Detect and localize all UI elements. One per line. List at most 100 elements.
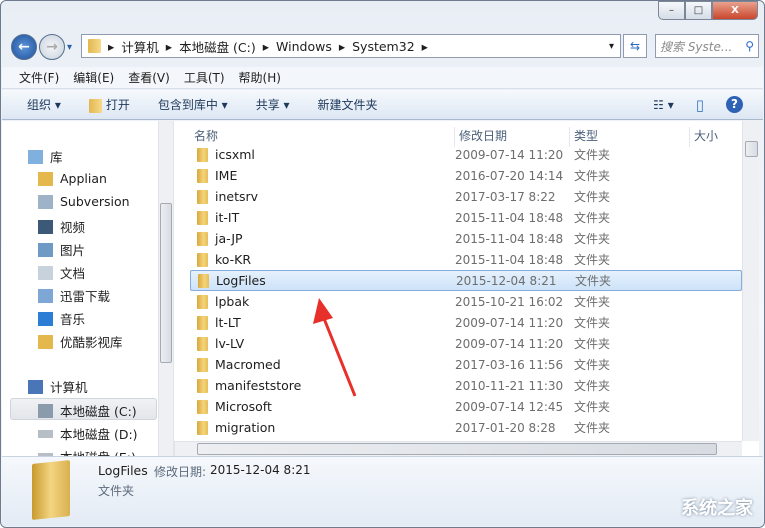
sidebar-item[interactable]: 迅雷下载 xyxy=(38,286,110,305)
file-row[interactable]: lv-LV 2009-07-14 11:20 文件夹 xyxy=(190,333,742,354)
file-type: 文件夹 xyxy=(574,190,611,204)
menu-tools[interactable]: 工具(T) xyxy=(184,69,225,86)
hscroll-thumb[interactable] xyxy=(197,443,717,455)
file-name: manifeststore xyxy=(215,378,302,393)
address-bar[interactable]: ▸ 计算机 ▸ 本地磁盘 (C:) ▸ Windows ▸ System32 ▸… xyxy=(81,34,621,58)
label: Applian xyxy=(60,171,107,186)
address-dropdown[interactable]: ▾ xyxy=(609,41,614,52)
refresh-button[interactable]: ⇆ xyxy=(623,34,647,58)
file-name: ko-KR xyxy=(215,252,252,267)
file-row[interactable]: lt-LT 2009-07-14 11:20 文件夹 xyxy=(190,312,742,333)
preview-pane-button[interactable]: ▯ xyxy=(696,96,704,114)
folder-icon xyxy=(197,252,208,267)
file-name: ja-JP xyxy=(215,231,243,246)
file-type: 文件夹 xyxy=(574,421,611,435)
separator-icon: ▸ xyxy=(338,38,346,54)
vscroll-thumb[interactable] xyxy=(745,141,758,157)
menu-help[interactable]: 帮助(H) xyxy=(239,69,281,86)
sidebar-item[interactable]: 视频 xyxy=(38,217,85,236)
minimize-button[interactable]: – xyxy=(658,1,685,20)
explorer-window: – □ X ← → ▾ ▸ 计算机 ▸ 本地磁盘 (C:) ▸ Windows … xyxy=(0,0,765,528)
breadcrumb-computer[interactable]: 计算机 xyxy=(121,37,159,56)
file-date: 2015-11-04 18:48 xyxy=(455,210,564,225)
file-row[interactable]: LogFiles 2015-12-04 8:21 文件夹 xyxy=(190,270,742,291)
details-type: 文件夹 xyxy=(98,484,135,498)
folder-icon xyxy=(197,147,208,162)
menu-file[interactable]: 文件(F) xyxy=(19,69,59,86)
navigation-pane: 库 Applian Subversion 视频图片文档迅雷下载音乐优酷影视库 计算机… xyxy=(2,121,158,456)
folder-large-icon xyxy=(32,460,70,520)
label: 本地磁盘 (D:) xyxy=(60,427,138,442)
file-type: 文件夹 xyxy=(574,253,611,267)
file-row[interactable]: Macromed 2017-03-16 11:56 文件夹 xyxy=(190,354,742,375)
share-button[interactable]: 共享 ▾ xyxy=(256,96,290,113)
folder-icon xyxy=(197,315,208,330)
sidebar-item[interactable]: 优酷影视库 xyxy=(38,332,123,351)
sidebar-item[interactable]: Subversion xyxy=(38,194,130,209)
close-button[interactable]: X xyxy=(712,1,758,20)
details-date: 2015-12-04 8:21 xyxy=(210,463,311,477)
folder-icon xyxy=(197,294,208,309)
file-row[interactable]: IME 2016-07-20 14:14 文件夹 xyxy=(190,165,742,186)
file-list-vscrollbar[interactable] xyxy=(742,121,759,441)
details-name: LogFiles xyxy=(98,463,148,478)
history-dropdown[interactable]: ▾ xyxy=(67,42,72,53)
menu-edit[interactable]: 编辑(E) xyxy=(73,69,114,86)
folder-icon xyxy=(197,210,208,225)
breadcrumb-c-drive[interactable]: 本地磁盘 (C:) xyxy=(179,37,256,56)
watermark: 系统之家 xyxy=(681,498,753,519)
file-row[interactable]: it-IT 2015-11-04 18:48 文件夹 xyxy=(190,207,742,228)
include-in-library-button[interactable]: 包含到库中 ▾ xyxy=(158,96,228,113)
sidebar-scrollbar[interactable] xyxy=(158,121,173,456)
sidebar-drive-c[interactable]: 本地磁盘 (C:) xyxy=(38,401,137,420)
sidebar-item[interactable]: 音乐 xyxy=(38,309,85,328)
sidebar-item[interactable]: 文档 xyxy=(38,263,85,282)
forward-button[interactable]: → xyxy=(39,34,65,60)
sidebar-computer[interactable]: 计算机 xyxy=(28,377,88,396)
sidebar-item[interactable]: 图片 xyxy=(38,240,85,259)
file-date: 2009-07-14 11:20 xyxy=(455,147,564,162)
file-type: 文件夹 xyxy=(574,232,611,246)
search-input[interactable]: 搜索 Syste... ⚲ xyxy=(655,34,759,58)
file-date: 2009-07-14 11:20 xyxy=(455,336,564,351)
library-item-icon xyxy=(38,171,53,186)
file-row[interactable]: icsxml 2009-07-14 11:20 文件夹 xyxy=(190,144,742,165)
file-name: lpbak xyxy=(215,294,250,309)
red-arrow-annotation xyxy=(313,298,357,397)
file-type: 文件夹 xyxy=(574,169,611,183)
breadcrumb-windows[interactable]: Windows xyxy=(276,39,332,54)
views-button[interactable]: ☷ ▾ xyxy=(653,98,674,112)
file-name: it-IT xyxy=(215,210,240,225)
file-type: 文件夹 xyxy=(574,148,611,162)
sidebar-library[interactable]: 库 xyxy=(28,147,63,166)
file-row[interactable]: inetsrv 2017-03-17 8:22 文件夹 xyxy=(190,186,742,207)
file-row[interactable]: ko-KR 2015-11-04 18:48 文件夹 xyxy=(190,249,742,270)
organize-button[interactable]: 组织 ▾ xyxy=(27,96,61,113)
file-name: Macromed xyxy=(215,357,281,372)
sidebar-drive-e[interactable]: 本地磁盘 (E:) xyxy=(38,447,136,456)
separator-icon: ▸ xyxy=(108,38,115,54)
sidebar-item[interactable]: Applian xyxy=(38,171,107,186)
file-list-hscrollbar[interactable] xyxy=(174,441,742,456)
label: 文档 xyxy=(60,266,86,281)
file-list: 名称 修改日期 类型 大小 icsxml 2009-07-14 11:20 文件夹 I… xyxy=(173,121,759,456)
sidebar-scroll-thumb[interactable] xyxy=(160,203,172,363)
sidebar-drive-d[interactable]: 本地磁盘 (D:) xyxy=(38,424,138,443)
library-item-icon xyxy=(38,265,53,280)
search-icon[interactable]: ⚲ xyxy=(745,39,754,53)
file-row[interactable]: migration 2017-01-20 8:28 文件夹 xyxy=(190,417,742,438)
help-button[interactable]: ? xyxy=(726,96,743,113)
file-row[interactable]: manifeststore 2010-11-21 11:30 文件夹 xyxy=(190,375,742,396)
label: 视频 xyxy=(60,220,86,235)
file-row[interactable]: lpbak 2015-10-21 16:02 文件夹 xyxy=(190,291,742,312)
file-row[interactable]: ja-JP 2015-11-04 18:48 文件夹 xyxy=(190,228,742,249)
breadcrumb-system32[interactable]: System32 xyxy=(352,39,415,54)
file-row[interactable]: Microsoft 2009-07-14 12:45 文件夹 xyxy=(190,396,742,417)
open-button[interactable]: 打开 xyxy=(88,96,130,113)
back-button[interactable]: ← xyxy=(11,34,37,60)
maximize-button[interactable]: □ xyxy=(685,1,712,20)
folder-icon xyxy=(197,189,208,204)
new-folder-button[interactable]: 新建文件夹 xyxy=(318,96,378,113)
search-placeholder: 搜索 Syste... xyxy=(660,39,733,54)
menu-view[interactable]: 查看(V) xyxy=(128,69,170,86)
